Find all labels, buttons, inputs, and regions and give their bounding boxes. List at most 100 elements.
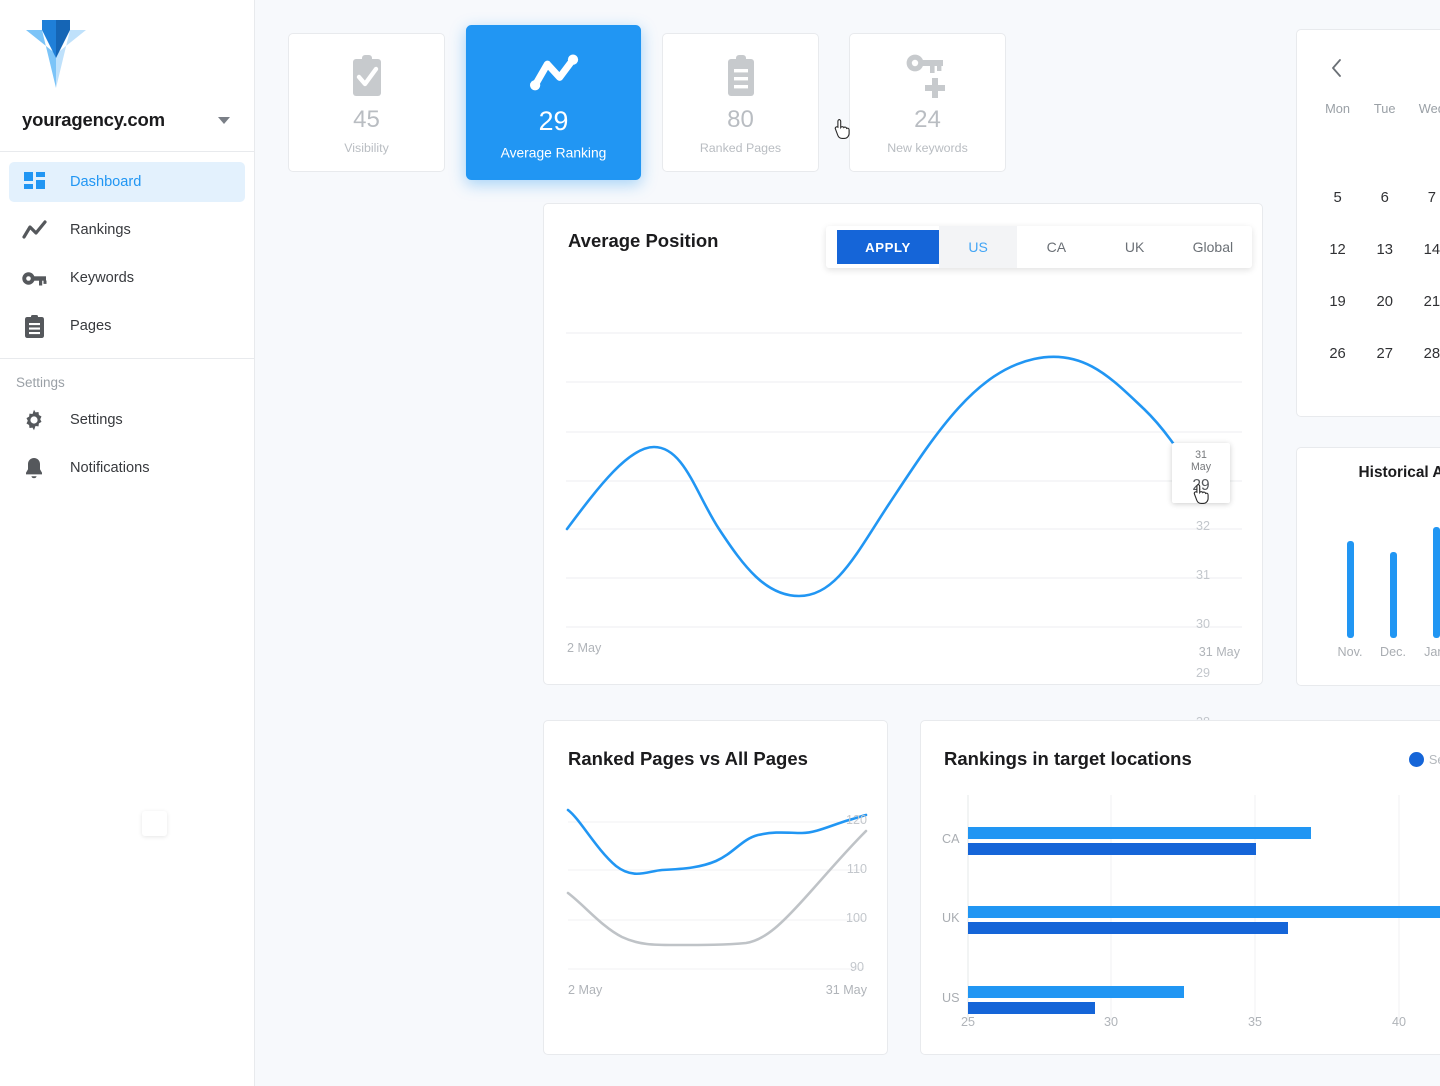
line-chart-icon [20, 217, 48, 243]
sidebar-item-label: Keywords [70, 270, 135, 286]
sidebar-item-notifications[interactable]: Notifications [9, 448, 245, 488]
sidebar-item-settings[interactable]: Settings [9, 400, 245, 440]
stat-card-visibility[interactable]: 45 Visibility [288, 33, 445, 172]
x-tick-start: 2 May [568, 983, 603, 997]
y-tick-30: 30 [1196, 617, 1211, 631]
calendar-day-20[interactable]: 20 [1361, 279, 1408, 326]
tooltip-date: 31 May [1190, 449, 1211, 473]
clipboard-icon [20, 313, 48, 339]
calendar-cell: 21 [1408, 276, 1440, 328]
historical-labels: Nov.Dec.Jan.Feb.Mar.Apr.May [1331, 645, 1440, 659]
sidebar-item-label: Notifications [70, 460, 150, 476]
stat-label: Average Ranking [500, 145, 607, 162]
stat-card-new-keywords[interactable]: 24 New keywords [849, 33, 1006, 172]
calendar-cell-empty [1361, 120, 1408, 172]
calendar-grid: Mon Tue Wed Thu Fri Sat Sun [1297, 79, 1440, 120]
stat-value: 29 [538, 106, 569, 137]
calendar-day-6[interactable]: 6 [1361, 175, 1408, 222]
y-tick-90: 90 [849, 960, 864, 974]
row-label-uk: UK [942, 911, 960, 925]
x-tick-end: 31 May [1198, 645, 1240, 659]
clipboard-check-icon [350, 50, 384, 102]
calendar-cell: 26 [1314, 328, 1361, 380]
bars-us [968, 986, 1184, 1014]
ranked-pages-plot [566, 808, 868, 970]
historical-chart-title: Historical Avg. Ranking Changes [1358, 464, 1440, 481]
histogram-bar [1346, 540, 1354, 638]
sidebar-item-pages[interactable]: Pages [9, 306, 245, 346]
calendar-day-5[interactable]: 5 [1314, 175, 1361, 222]
calendar-day-27[interactable]: 27 [1361, 331, 1408, 378]
calendar-day-14[interactable]: 14 [1408, 227, 1440, 274]
stat-label: Visibility [344, 141, 389, 155]
average-position-card: Average Position APPLY US CA UK Global 3… [543, 203, 1263, 827]
calendar-dow: Wed [1418, 101, 1440, 116]
calendar-cell: 14 [1408, 224, 1440, 276]
stat-card-row: 45 Visibility 29 Average Ranking 80 Rank… [288, 25, 1006, 180]
histogram-column [1417, 526, 1440, 638]
row-label-ca: CA [942, 832, 960, 846]
x-tick-end: 31 May [825, 983, 867, 997]
calendar-cell: 12 [1314, 224, 1361, 276]
gridlines [568, 821, 864, 970]
vuetify-logo-icon [26, 20, 86, 88]
chevron-down-icon[interactable] [218, 116, 230, 124]
brand-selector[interactable]: youragency.com [0, 92, 254, 138]
sidebar-item-label: Settings [70, 412, 123, 428]
rankings-locations-plot [967, 795, 1440, 1021]
stat-card-ranked-pages[interactable]: 80 Ranked Pages [662, 33, 819, 172]
calendar-day-7[interactable]: 7 [1408, 175, 1440, 222]
sidebar-item-keywords[interactable]: Keywords [9, 258, 245, 298]
ranked-pages-line [566, 808, 868, 875]
calendar-cell: 6 [1361, 172, 1408, 224]
stat-card-average-ranking[interactable]: 29 Average Ranking [465, 25, 642, 180]
histogram-column [1374, 551, 1412, 638]
calendar-day-12[interactable]: 12 [1314, 227, 1361, 274]
calendar-day-26[interactable]: 26 [1314, 331, 1361, 378]
calendar-day-21[interactable]: 21 [1408, 279, 1440, 326]
brand-name: youragency.com [22, 109, 165, 130]
placeholder-square [142, 811, 167, 836]
histogram-label: Jan. [1424, 645, 1440, 659]
sidebar-nav: Dashboard Rankings Keywords Pages [0, 152, 254, 346]
sidebar-item-rankings[interactable]: Rankings [9, 210, 245, 250]
y-tick-32: 32 [1196, 519, 1211, 533]
calendar-cell-empty [1314, 120, 1361, 172]
clipboard-lines-icon [725, 50, 757, 102]
x-tick-40: 40 [1392, 1015, 1407, 1029]
histogram-column [1331, 540, 1369, 638]
tooltip-value: 29 [1192, 477, 1210, 494]
y-tick-110: 110 [846, 862, 867, 876]
y-tick-120: 120 [845, 813, 867, 827]
bars-ca [968, 827, 1311, 855]
bell-icon [20, 455, 48, 481]
y-tick-29: 29 [1196, 666, 1211, 680]
calendar-header: May 2021 [1297, 30, 1440, 79]
sidebar: youragency.com Dashboard Rankings Keywor… [0, 0, 255, 1086]
histogram-label: Nov. [1337, 645, 1363, 659]
sidebar-settings-nav: Settings Notifications [0, 400, 254, 488]
x-tick-start: 2 May [567, 641, 602, 655]
histogram-label: Dec. [1380, 645, 1406, 659]
app-root: youragency.com Dashboard Rankings Keywor… [0, 0, 1440, 1086]
sidebar-item-label: Dashboard [70, 174, 142, 190]
calendar-cell: 20 [1361, 276, 1408, 328]
calendar-day-28[interactable]: 28 [1408, 331, 1440, 378]
calendar-day-19[interactable]: 19 [1314, 279, 1361, 326]
calendar-card: May 2021 Mon Tue Wed Thu Fri Sat Sun 123… [1296, 29, 1440, 417]
calendar-cell: 7 [1408, 172, 1440, 224]
key-icon [20, 265, 48, 291]
stat-value: 24 [914, 106, 941, 133]
brand-logo-wrap [0, 0, 254, 92]
row-label-us: US [942, 991, 960, 1005]
main-content: 45 Visibility 29 Average Ranking 80 Rank… [255, 0, 1440, 1086]
sidebar-section-title: Settings [16, 375, 65, 390]
sidebar-item-label: Rankings [70, 222, 131, 238]
calendar-day-13[interactable]: 13 [1361, 227, 1408, 274]
sidebar-item-dashboard[interactable]: Dashboard [9, 162, 245, 202]
x-tick-25: 25 [961, 1015, 976, 1029]
chart-tooltip: 31 May 29 [1172, 443, 1230, 503]
x-tick-35: 35 [1248, 1015, 1263, 1029]
chevron-left-icon[interactable] [1325, 57, 1347, 79]
bars-uk [968, 906, 1440, 934]
